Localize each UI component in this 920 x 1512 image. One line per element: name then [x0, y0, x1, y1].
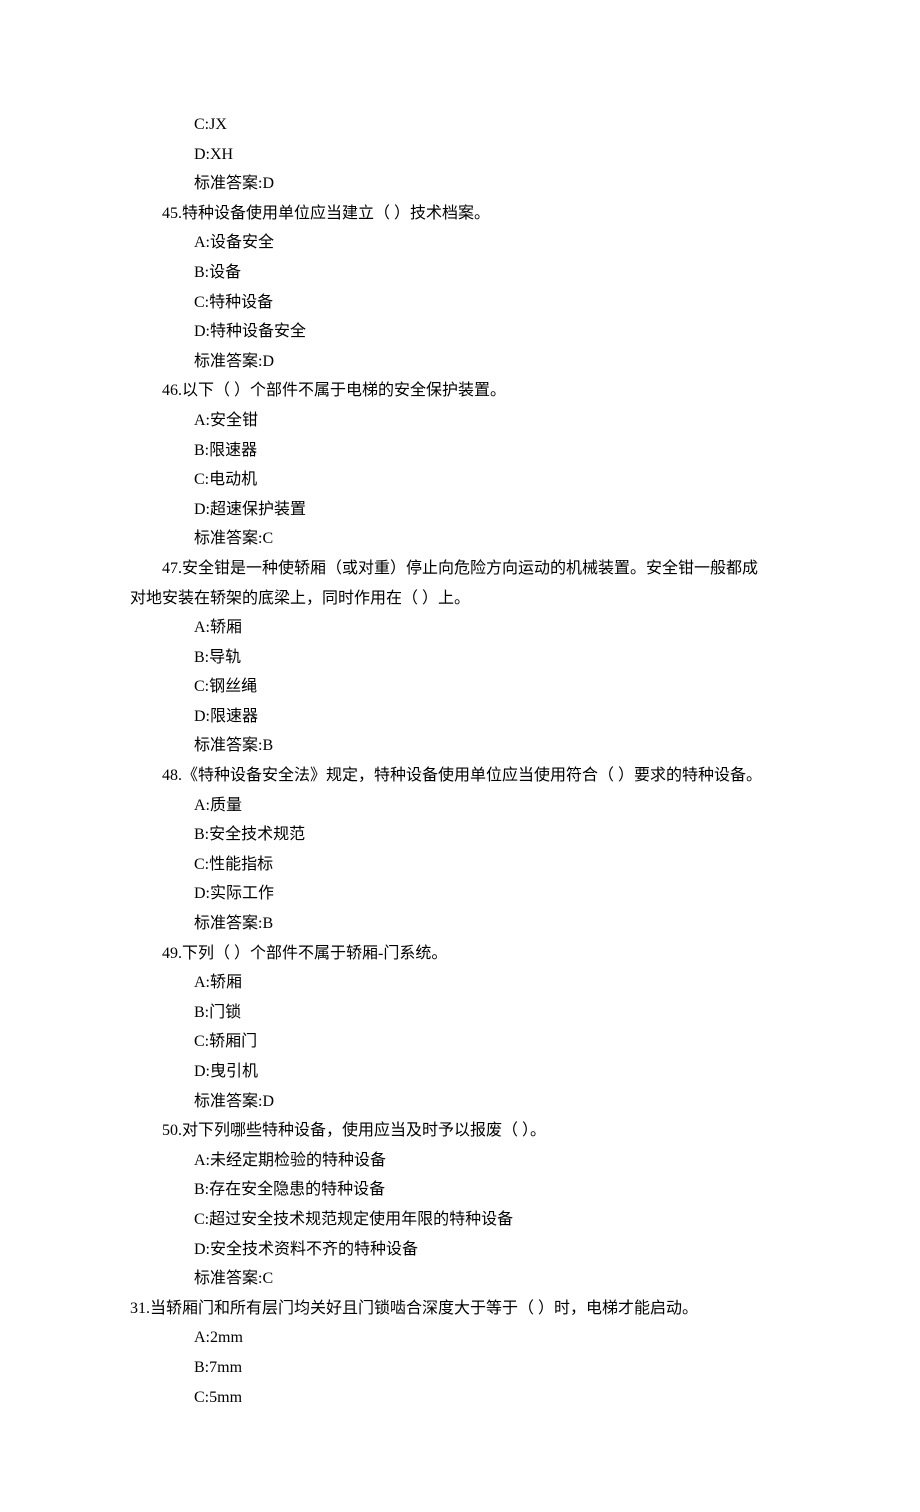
q49-opt-c: C:轿厢门: [130, 1027, 790, 1057]
q47-opt-d: D:限速器: [130, 702, 790, 732]
q47-stem-line1: 47.安全钳是一种使轿厢（或对重）停止向危险方向运动的机械装置。安全钳一般都成: [130, 554, 790, 584]
q45-opt-d: D:特种设备安全: [130, 317, 790, 347]
q50-opt-a: A:未经定期检验的特种设备: [130, 1146, 790, 1176]
q48-num: 48: [162, 767, 178, 784]
q48-opt-b: B:安全技术规范: [130, 820, 790, 850]
q45-num: 45: [162, 205, 178, 222]
prev-answer: 标准答案:D: [130, 169, 790, 199]
q31-opt-b: B:7mm: [130, 1353, 790, 1383]
q49-num: 49: [162, 945, 178, 962]
q47-opt-b: B:导轨: [130, 643, 790, 673]
q50-num: 50: [162, 1122, 178, 1139]
q45-opt-a: A:设备安全: [130, 228, 790, 258]
q49-text: 下列（ ）个部件不属于轿厢-门系统。: [182, 945, 447, 962]
q48-opt-c: C:性能指标: [130, 850, 790, 880]
q31-opt-c: C:5mm: [130, 1383, 790, 1413]
q46-opt-d: D:超速保护装置: [130, 495, 790, 525]
q50-opt-d: D:安全技术资料不齐的特种设备: [130, 1235, 790, 1265]
q49-opt-d: D:曳引机: [130, 1057, 790, 1087]
q46-num: 46: [162, 382, 178, 399]
q50-text: 对下列哪些特种设备，使用应当及时予以报废（ ）。: [182, 1122, 546, 1139]
q31-opt-a: A:2mm: [130, 1323, 790, 1353]
q46-opt-b: B:限速器: [130, 436, 790, 466]
q45-stem: 45.特种设备使用单位应当建立（ ）技术档案。: [130, 199, 790, 229]
q49-opt-a: A:轿厢: [130, 968, 790, 998]
q48-opt-a: A:质量: [130, 791, 790, 821]
q46-text: 以下（ ）个部件不属于电梯的安全保护装置。: [182, 382, 506, 399]
q31-stem: 31.当轿厢门和所有层门均关好且门锁啮合深度大于等于（ ）时，电梯才能启动。: [130, 1294, 790, 1324]
q47-opt-a: A:轿厢: [130, 613, 790, 643]
prev-option-d: D:XH: [130, 140, 790, 170]
q50-answer: 标准答案:C: [130, 1264, 790, 1294]
q47-stem-line2: 对地安装在轿架的底梁上，同时作用在（ ）上。: [130, 584, 790, 614]
prev-option-c: C:JX: [130, 110, 790, 140]
q50-opt-c: C:超过安全技术规范规定使用年限的特种设备: [130, 1205, 790, 1235]
q45-opt-b: B:设备: [130, 258, 790, 288]
q47-answer: 标准答案:B: [130, 731, 790, 761]
q45-opt-c: C:特种设备: [130, 288, 790, 318]
q48-stem: 48.《特种设备安全法》规定，特种设备使用单位应当使用符合（ ）要求的特种设备。: [130, 761, 790, 791]
q49-stem: 49.下列（ ）个部件不属于轿厢-门系统。: [130, 939, 790, 969]
q50-stem: 50.对下列哪些特种设备，使用应当及时予以报废（ ）。: [130, 1116, 790, 1146]
q50-opt-b: B:存在安全隐患的特种设备: [130, 1175, 790, 1205]
q48-opt-d: D:实际工作: [130, 879, 790, 909]
q45-answer: 标准答案:D: [130, 347, 790, 377]
q46-stem: 46.以下（ ）个部件不属于电梯的安全保护装置。: [130, 376, 790, 406]
q46-answer: 标准答案:C: [130, 524, 790, 554]
q45-text: 特种设备使用单位应当建立（ ）技术档案。: [182, 205, 490, 222]
q49-answer: 标准答案:D: [130, 1087, 790, 1117]
q47-opt-c: C:钢丝绳: [130, 672, 790, 702]
document-page: C:JX D:XH 标准答案:D 45.特种设备使用单位应当建立（ ）技术档案。…: [0, 0, 920, 1512]
q46-opt-a: A:安全钳: [130, 406, 790, 436]
q48-answer: 标准答案:B: [130, 909, 790, 939]
q49-opt-b: B:门锁: [130, 998, 790, 1028]
q46-opt-c: C:电动机: [130, 465, 790, 495]
q48-text: 《特种设备安全法》规定，特种设备使用单位应当使用符合（ ）要求的特种设备。: [182, 767, 762, 784]
